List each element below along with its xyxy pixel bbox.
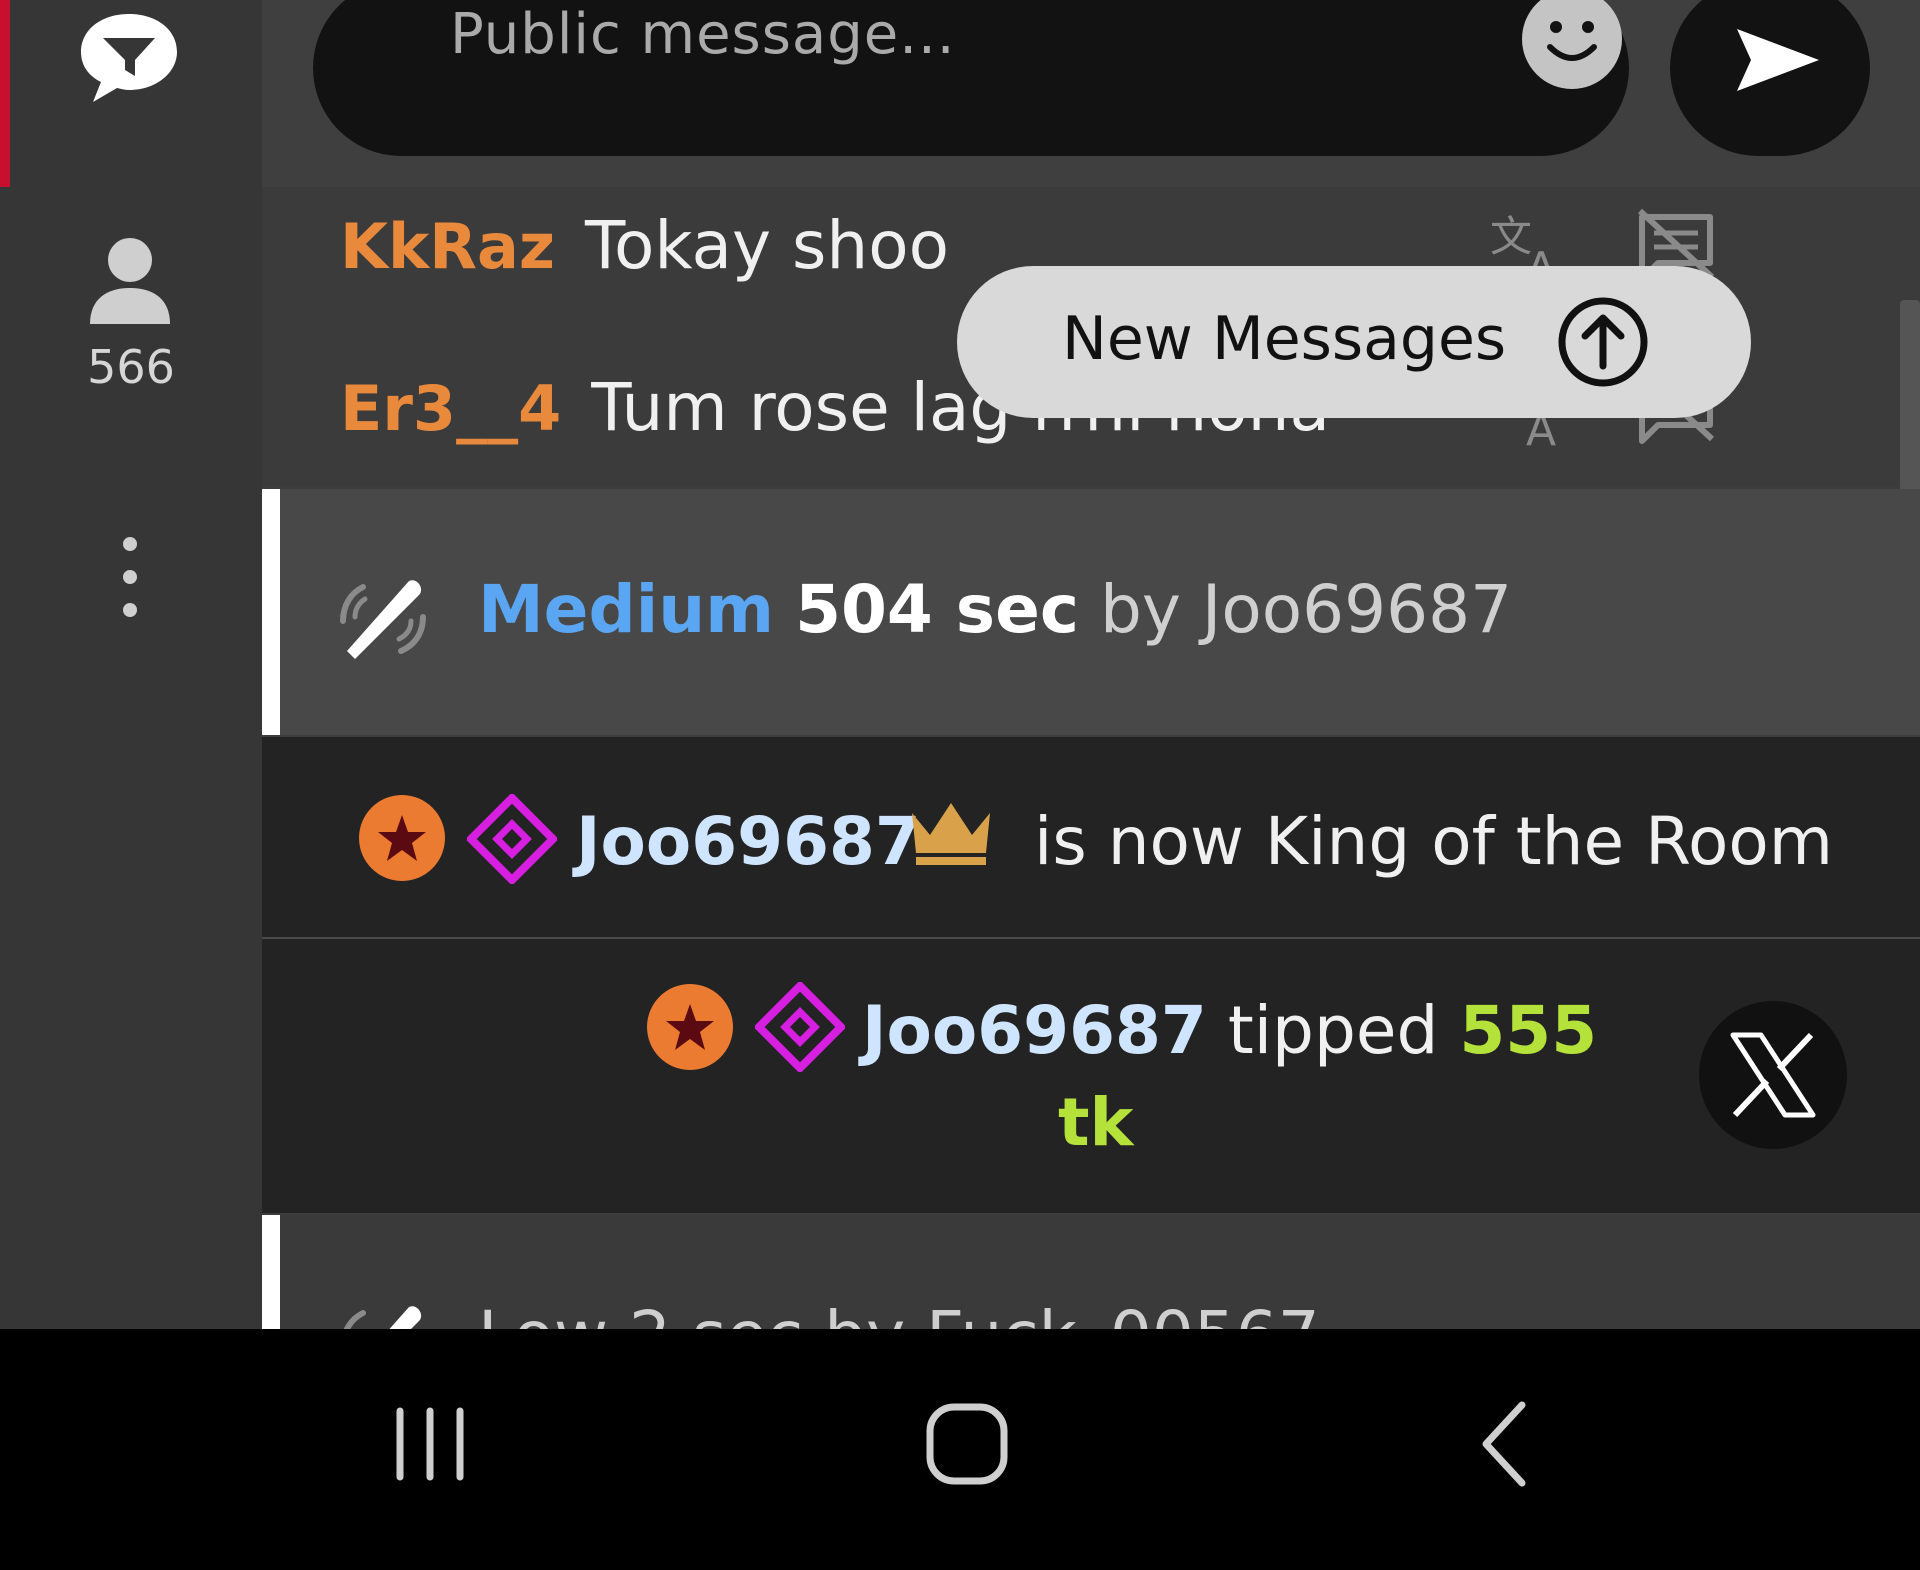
new-messages-label: New Messages <box>1062 304 1507 374</box>
home-icon[interactable] <box>912 1389 1022 1499</box>
tip-unit: tk <box>1058 1084 1134 1161</box>
chat-panel: Public message... KkRaz Tokay shoo 文 A E… <box>262 0 1920 1329</box>
x-close-button[interactable] <box>1699 1001 1847 1149</box>
public-message-input[interactable]: Public message... <box>313 0 1629 156</box>
new-messages-button[interactable]: New Messages <box>957 266 1751 418</box>
arrow-up-circle-icon <box>1558 297 1648 387</box>
chat-message: KkRaz Tokay shoo <box>340 207 949 297</box>
diamond-badge-icon <box>467 794 557 884</box>
tip-username[interactable]: Joo69687 <box>862 992 1207 1069</box>
send-button[interactable] <box>1670 0 1870 156</box>
x-close-icon <box>1730 1032 1816 1118</box>
smiley-icon[interactable] <box>1522 0 1622 89</box>
event-indicator-bar <box>262 1215 280 1329</box>
tip-amount: 555 <box>1459 992 1598 1069</box>
chat-filter-icon[interactable] <box>77 10 181 106</box>
toy-by: by <box>824 1297 905 1329</box>
event-indicator-bar <box>262 489 280 735</box>
toy-event-text: Low 2 sec by Fuck_00567 <box>478 1297 1320 1329</box>
person-icon[interactable] <box>82 234 178 324</box>
toy-level: Medium <box>478 571 775 648</box>
tip-message: Joo69687 tipped 555 <box>862 992 1597 1069</box>
toy-user[interactable]: Fuck_00567 <box>926 1297 1320 1329</box>
star-badge-icon <box>647 984 733 1070</box>
chat-text: Tokay shoo <box>584 207 949 284</box>
toy-duration: 2 sec <box>629 1297 803 1329</box>
chat-username[interactable]: Er3__4 <box>340 372 561 445</box>
active-tab-indicator <box>0 0 10 187</box>
tip-verb: tipped <box>1227 992 1439 1069</box>
send-icon <box>1737 29 1819 91</box>
diamond-badge-icon <box>755 982 845 1072</box>
recents-icon[interactable] <box>375 1389 485 1499</box>
king-message: is now King of the Room <box>1034 803 1834 880</box>
toy-level: Low <box>478 1297 608 1329</box>
chat-username[interactable]: KkRaz <box>340 210 555 283</box>
king-event-row: Joo69687 is now King of the Room <box>262 737 1920 939</box>
toy-event-row: Low 2 sec by Fuck_00567 <box>262 1215 1920 1329</box>
toy-user[interactable]: Joo69687 <box>1202 571 1512 648</box>
toy-event-text: Medium 504 sec by Joo69687 <box>478 571 1512 648</box>
star-badge-icon <box>359 795 445 881</box>
toy-duration: 504 sec <box>795 571 1079 648</box>
sidebar: 566 <box>0 0 262 1329</box>
tip-event-row: Joo69687 tipped 555 tk <box>262 939 1920 1213</box>
vibration-toy-icon <box>343 1306 422 1329</box>
crown-icon <box>912 803 990 865</box>
vibration-toy-icon <box>340 580 426 659</box>
toy-by: by <box>1099 571 1181 648</box>
back-icon[interactable] <box>1452 1389 1562 1499</box>
viewer-count: 566 <box>87 340 175 394</box>
system-navigation-bar <box>0 1329 1920 1570</box>
more-vertical-icon[interactable] <box>115 532 145 622</box>
king-username[interactable]: Joo69687 <box>576 803 921 880</box>
message-input-bar: Public message... <box>262 0 1920 187</box>
toy-event-row: Medium 504 sec by Joo69687 <box>262 489 1920 735</box>
input-placeholder: Public message... <box>450 2 956 67</box>
